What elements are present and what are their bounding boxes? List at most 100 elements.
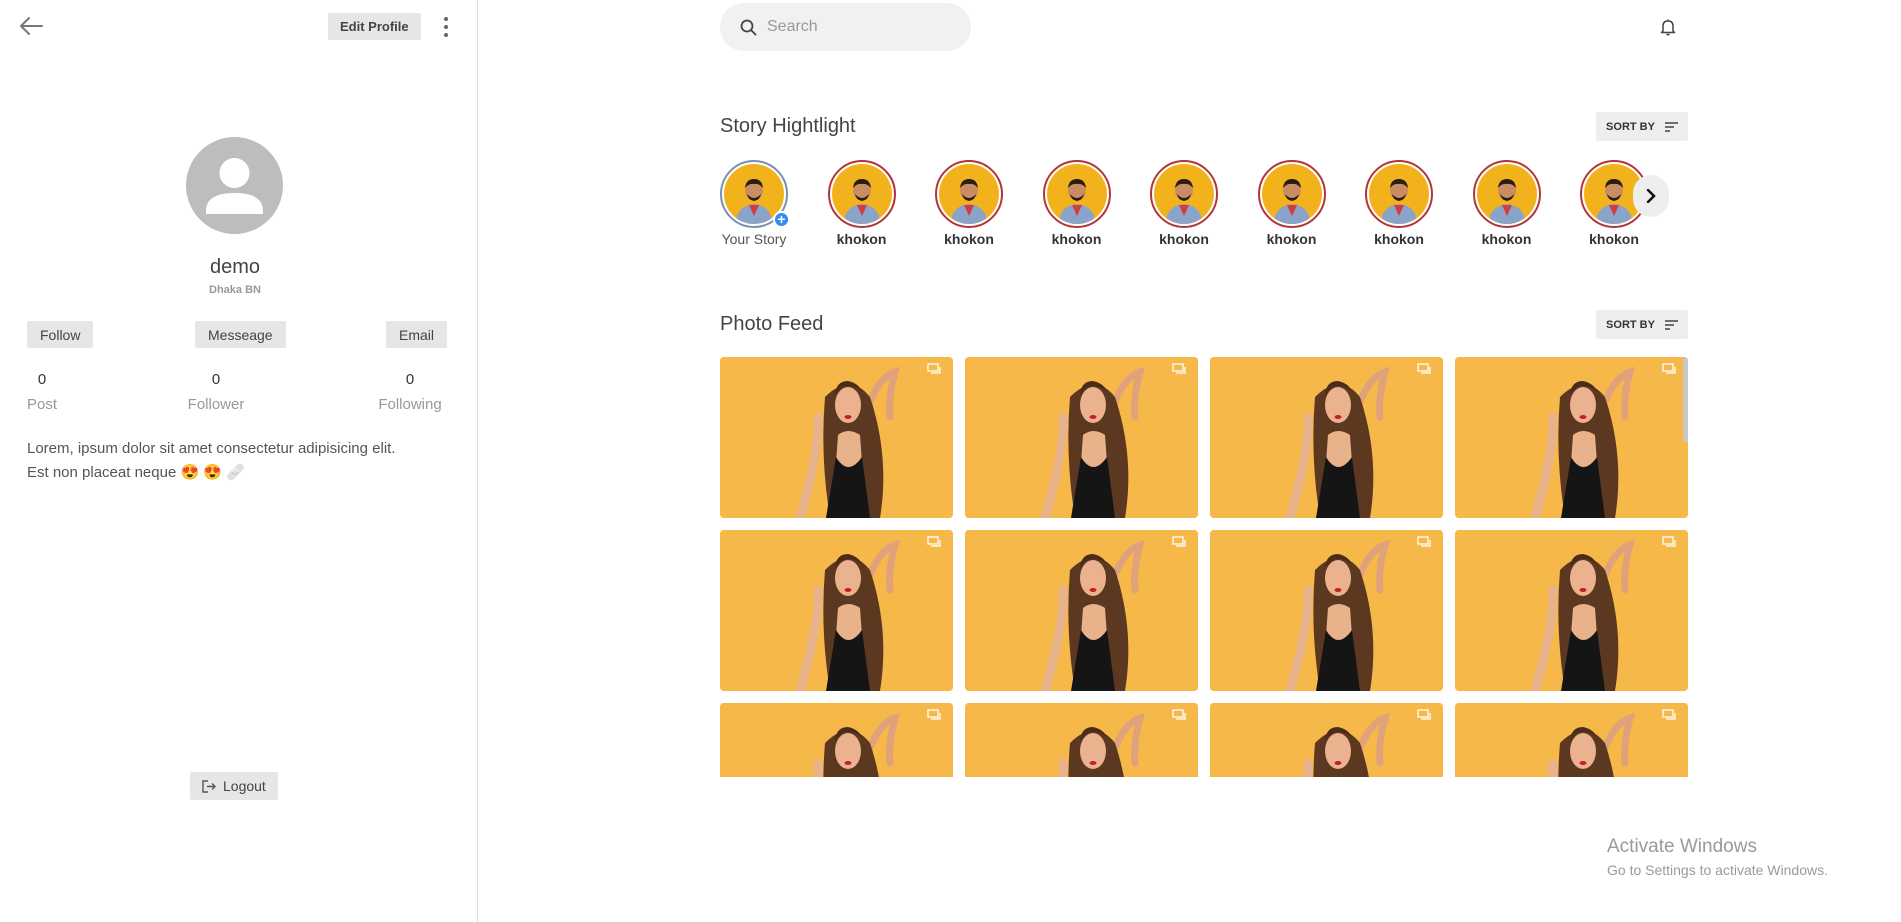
story-item[interactable]: khokon bbox=[1359, 160, 1439, 247]
story-sort-button[interactable]: SORT BY bbox=[1596, 112, 1688, 141]
story-item[interactable]: khokon bbox=[1467, 160, 1547, 247]
feed-photo-tile[interactable] bbox=[1210, 530, 1443, 691]
bio-line-2: Est non placeat neque 😍 😍 🩹 bbox=[27, 464, 245, 481]
add-story-plus-icon[interactable]: + bbox=[773, 211, 790, 228]
multiple-photos-icon bbox=[927, 709, 941, 720]
watermark-line-1: Activate Windows bbox=[1607, 836, 1757, 857]
story-item[interactable]: khokon bbox=[1682, 160, 1688, 247]
feed-photo-tile[interactable] bbox=[965, 530, 1198, 691]
sort-icon bbox=[1664, 319, 1678, 330]
story-ring bbox=[827, 160, 896, 228]
story-ring bbox=[1042, 160, 1111, 228]
feed-photo-tile[interactable] bbox=[1455, 530, 1688, 691]
more-options-icon[interactable] bbox=[436, 13, 456, 41]
sort-icon bbox=[1664, 121, 1678, 132]
avatar bbox=[186, 137, 283, 234]
story-label: khokon bbox=[1159, 231, 1209, 247]
stat-post-value: 0 bbox=[37, 371, 47, 388]
message-button[interactable]: Messeage bbox=[195, 321, 286, 348]
stat-following-value: 0 bbox=[405, 371, 415, 388]
feed-photo-tile[interactable] bbox=[1455, 357, 1688, 518]
story-ring bbox=[1472, 160, 1541, 228]
search-input[interactable] bbox=[767, 18, 947, 36]
feed-photo-tile[interactable] bbox=[1210, 703, 1443, 777]
story-ring bbox=[1687, 160, 1688, 228]
story-avatar bbox=[1369, 164, 1429, 224]
feed-photo-tile[interactable] bbox=[720, 357, 953, 518]
story-ring bbox=[1365, 160, 1433, 228]
story-item[interactable]: khokon bbox=[1037, 160, 1117, 247]
multiple-photos-icon bbox=[1172, 536, 1186, 547]
stat-follower-value: 0 bbox=[211, 371, 221, 388]
feed-photo-tile[interactable] bbox=[720, 703, 953, 777]
feed-photo-tile[interactable] bbox=[1455, 703, 1688, 777]
story-ring bbox=[1257, 160, 1326, 228]
watermark-line-2: Go to Settings to activate Windows. bbox=[1607, 862, 1828, 878]
story-label: khokon bbox=[1589, 231, 1639, 247]
stat-follower-label: Follower bbox=[187, 396, 245, 413]
story-label: khokon bbox=[1051, 231, 1102, 247]
stat-follower: 0 Follower bbox=[181, 371, 251, 413]
edit-profile-button[interactable]: Edit Profile bbox=[328, 13, 421, 40]
feed-photo-tile[interactable] bbox=[720, 530, 953, 691]
story-avatar bbox=[831, 164, 892, 224]
profile-bio: Lorem, ipsum dolor sit amet consectetur … bbox=[27, 437, 447, 485]
logout-icon bbox=[202, 779, 216, 793]
feed-photo-tile[interactable] bbox=[965, 703, 1198, 777]
feed-photo-tile[interactable] bbox=[965, 357, 1198, 518]
story-strip: + Your Story khokon khokon khokon khokon… bbox=[720, 160, 1688, 250]
story-next-button[interactable] bbox=[1633, 175, 1669, 217]
profile-sidebar: Edit Profile demo Dhaka BN Follow Messea… bbox=[0, 0, 478, 922]
story-highlight-title: Story Hightlight bbox=[720, 115, 856, 137]
story-item[interactable]: khokon bbox=[929, 160, 1009, 247]
stat-following: 0 Following bbox=[372, 371, 448, 413]
multiple-photos-icon bbox=[1417, 536, 1431, 547]
story-ring: + bbox=[720, 160, 790, 228]
photo-feed-title: Photo Feed bbox=[720, 313, 824, 335]
story-label: khokon bbox=[836, 231, 887, 247]
photo-feed-grid bbox=[720, 357, 1688, 777]
logout-button[interactable]: Logout bbox=[190, 772, 278, 800]
windows-watermark: Activate Windows Go to Settings to activ… bbox=[1607, 836, 1828, 878]
story-label: khokon bbox=[944, 231, 994, 247]
follow-button[interactable]: Follow bbox=[27, 321, 94, 348]
feed-sort-button[interactable]: SORT BY bbox=[1596, 310, 1688, 339]
story-label: khokon bbox=[1481, 231, 1532, 247]
stat-post-label: Post bbox=[27, 396, 58, 413]
multiple-photos-icon bbox=[1662, 536, 1676, 547]
story-label: khokon bbox=[1374, 231, 1424, 247]
story-ring bbox=[1150, 160, 1218, 228]
multiple-photos-icon bbox=[927, 363, 941, 374]
story-sort-label: SORT BY bbox=[1606, 120, 1655, 133]
stat-following-label: Following bbox=[378, 396, 442, 413]
multiple-photos-icon bbox=[1417, 363, 1431, 374]
multiple-photos-icon bbox=[1172, 363, 1186, 374]
multiple-photos-icon bbox=[927, 536, 941, 547]
multiple-photos-icon bbox=[1662, 363, 1676, 374]
notification-bell-icon[interactable] bbox=[1658, 17, 1678, 37]
search-bar[interactable] bbox=[720, 3, 971, 51]
back-arrow-icon[interactable] bbox=[16, 12, 46, 40]
story-label: khokon bbox=[1266, 231, 1317, 247]
story-avatar bbox=[1046, 164, 1107, 224]
story-your-story[interactable]: + Your Story bbox=[720, 160, 794, 247]
multiple-photos-icon bbox=[1662, 709, 1676, 720]
feed-scrollbar[interactable] bbox=[1683, 358, 1688, 442]
multiple-photos-icon bbox=[1172, 709, 1186, 720]
chevron-right-icon bbox=[1646, 189, 1656, 203]
feed-photo-tile[interactable] bbox=[1210, 357, 1443, 518]
story-avatar bbox=[1476, 164, 1537, 224]
logout-label: Logout bbox=[223, 778, 266, 794]
feed-sort-label: SORT BY bbox=[1606, 318, 1655, 331]
profile-location: Dhaka BN bbox=[209, 284, 261, 296]
email-button[interactable]: Email bbox=[386, 321, 448, 348]
story-item[interactable]: khokon bbox=[822, 160, 902, 247]
story-ring bbox=[935, 160, 1003, 228]
stat-post: 0 Post bbox=[27, 371, 57, 413]
multiple-photos-icon bbox=[1417, 709, 1431, 720]
story-avatar bbox=[939, 164, 999, 224]
profile-name: demo bbox=[209, 256, 261, 278]
story-item[interactable]: khokon bbox=[1252, 160, 1332, 247]
search-icon bbox=[740, 19, 757, 35]
story-item[interactable]: khokon bbox=[1144, 160, 1224, 247]
